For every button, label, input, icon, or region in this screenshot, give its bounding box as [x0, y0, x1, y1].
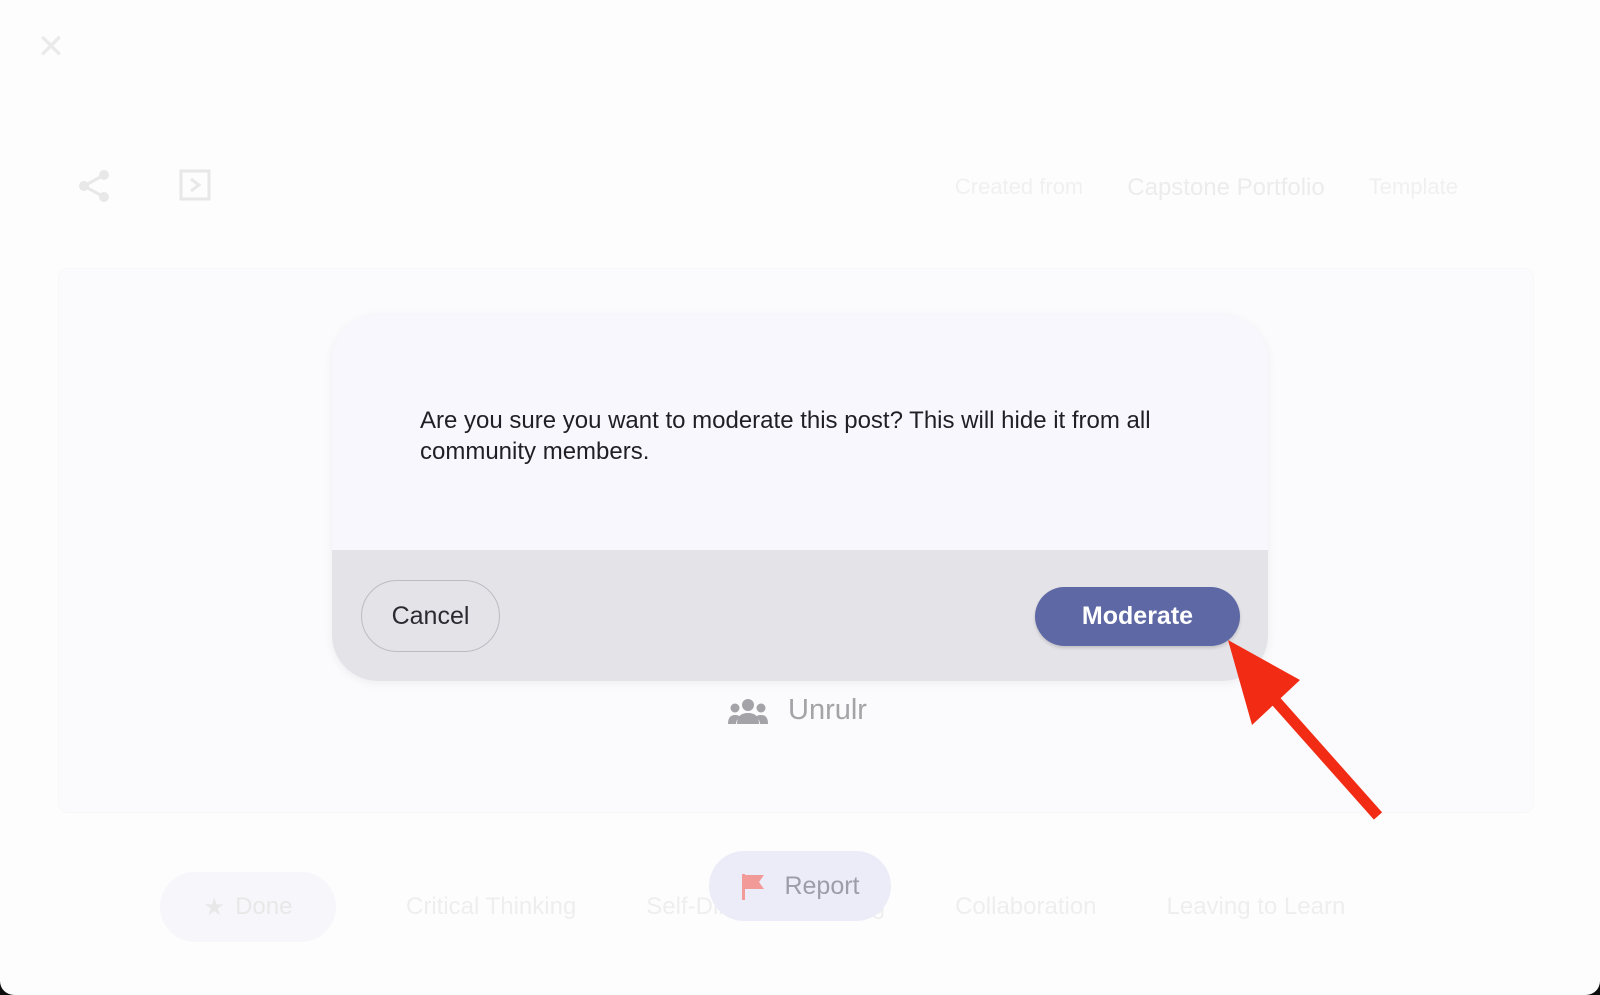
group-line: Unrulr	[728, 694, 867, 727]
done-tag-label: Done	[235, 893, 293, 920]
report-label: Report	[784, 871, 860, 900]
dialog-footer: Cancel Moderate	[332, 550, 1268, 681]
star-icon: ★	[203, 893, 226, 921]
dialog-message: Are you sure you want to moderate this p…	[420, 407, 1151, 465]
app-window: ✕ Created from Capstone Portfolio Templa…	[0, 0, 1600, 995]
dialog-body: Are you sure you want to moderate this p…	[332, 315, 1268, 550]
tag-leaving-to-learn[interactable]: Leaving to Learn	[1167, 893, 1346, 921]
cancel-button[interactable]: Cancel	[361, 580, 500, 652]
annotation-arrow-icon	[1228, 640, 1383, 820]
report-button[interactable]: Report	[709, 851, 891, 921]
done-tag[interactable]: ★ Done	[160, 872, 336, 942]
moderate-confirm-dialog: Are you sure you want to moderate this p…	[332, 315, 1268, 681]
breadcrumb-capstone-portfolio[interactable]: Capstone Portfolio	[1127, 174, 1324, 202]
share-icon[interactable]	[76, 168, 112, 204]
moderate-button[interactable]: Moderate	[1035, 587, 1240, 646]
expand-icon[interactable]	[178, 168, 212, 202]
breadcrumb: Created from Capstone Portfolio Template	[955, 174, 1458, 202]
tag-critical-thinking[interactable]: Critical Thinking	[406, 893, 576, 921]
group-icon	[728, 698, 768, 724]
group-name: Unrulr	[788, 694, 867, 726]
tag-collaboration[interactable]: Collaboration	[955, 893, 1096, 921]
breadcrumb-template: Template	[1368, 174, 1458, 199]
close-icon[interactable]: ✕	[36, 30, 66, 64]
breadcrumb-created-from: Created from	[954, 174, 1084, 199]
flag-icon	[742, 874, 765, 900]
